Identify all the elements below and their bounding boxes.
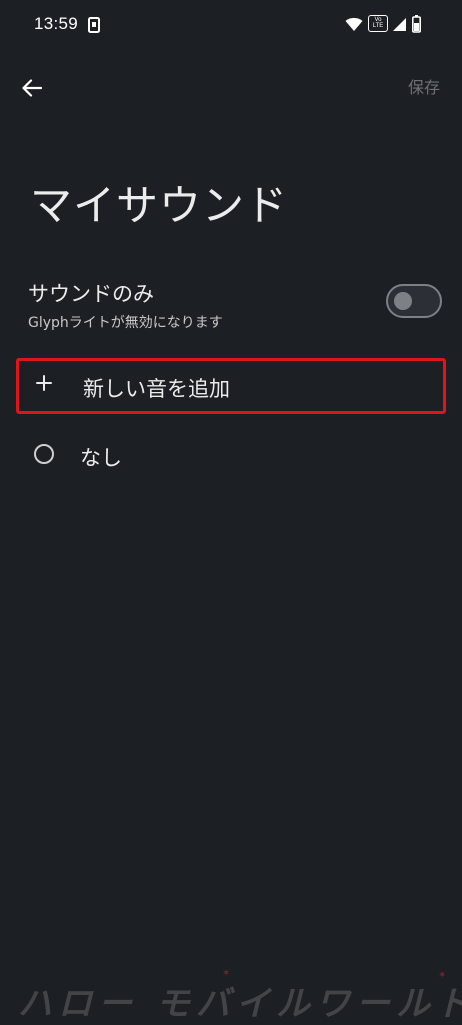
watermark-star-icon: ✶ bbox=[222, 968, 231, 979]
save-button[interactable]: 保存 bbox=[408, 74, 440, 98]
add-new-sound-button[interactable]: 新しい音を追加 bbox=[16, 358, 446, 414]
phone-screen-icon bbox=[88, 17, 100, 37]
none-sound-option[interactable]: なし bbox=[16, 428, 446, 484]
page-title: マイサウンド bbox=[30, 181, 289, 230]
arrow-left-icon bbox=[22, 79, 42, 97]
plus-icon bbox=[33, 372, 55, 394]
cellular-signal-icon bbox=[392, 17, 407, 36]
back-button[interactable] bbox=[14, 70, 50, 106]
wifi-icon bbox=[345, 17, 363, 36]
sound-only-subtitle: Glyphライトが無効になります bbox=[28, 315, 223, 331]
radio-unselected-icon[interactable] bbox=[34, 444, 54, 464]
status-bar: 13:59 Vo LTE bbox=[0, 0, 462, 52]
volte-label-bottom: LTE bbox=[372, 23, 384, 29]
watermark-logo: ハロー モバイルワールド bbox=[18, 984, 462, 1024]
toggle-knob bbox=[394, 292, 412, 310]
sound-only-title: サウンドのみ bbox=[28, 282, 154, 306]
status-time: 13:59 bbox=[34, 14, 79, 33]
volte-icon: Vo LTE bbox=[368, 15, 388, 32]
watermark-star-icon: ✶ bbox=[438, 970, 447, 981]
add-new-sound-label: 新しい音を追加 bbox=[83, 377, 230, 401]
battery-icon bbox=[412, 15, 422, 37]
none-option-label: なし bbox=[80, 446, 122, 470]
sound-only-setting[interactable]: サウンドのみ Glyphライトが無効になります bbox=[0, 270, 462, 340]
sound-only-toggle[interactable] bbox=[386, 284, 442, 318]
